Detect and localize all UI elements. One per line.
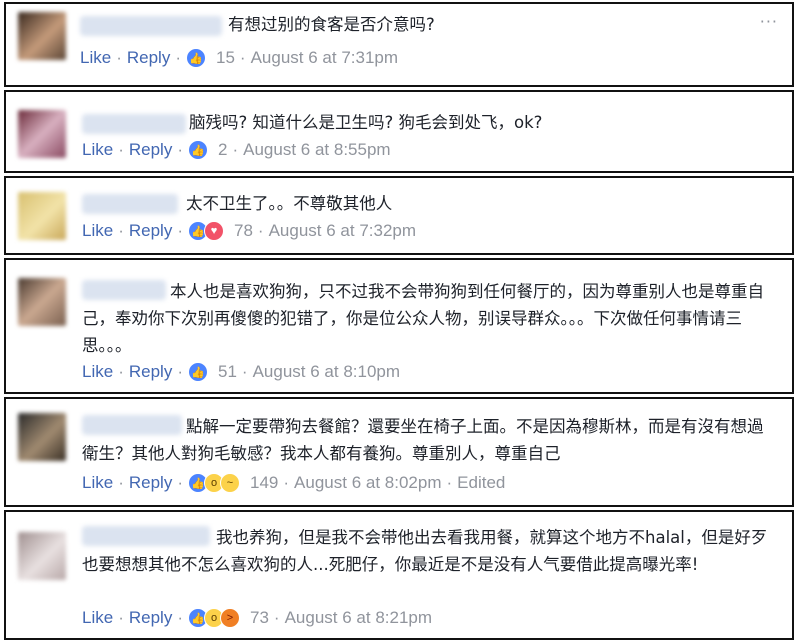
like-link[interactable]: Like	[82, 362, 113, 382]
avatar[interactable]	[18, 278, 66, 326]
like-icon: 👍	[186, 48, 206, 68]
timestamp[interactable]: August 6 at 7:32pm	[269, 221, 416, 241]
reaction-count[interactable]: 78	[234, 221, 253, 241]
avatar[interactable]	[18, 532, 66, 580]
reply-link[interactable]: Reply	[129, 608, 172, 628]
comment-4: 本人也是喜欢狗狗，只不过我不会带狗狗到任何餐厅的，因为尊重别人也是尊重自己，奉劝…	[4, 258, 794, 394]
comment-text: 本人也是喜欢狗狗，只不过我不会带狗狗到任何餐厅的，因为尊重别人也是尊重自己，奉劝…	[82, 282, 764, 355]
avatar[interactable]	[18, 413, 66, 461]
reaction-count[interactable]: 149	[250, 473, 278, 493]
reactions[interactable]: 👍	[186, 48, 206, 68]
reaction-count[interactable]: 2	[218, 140, 227, 160]
like-link[interactable]: Like	[82, 608, 113, 628]
commenter-name[interactable]	[82, 194, 178, 214]
like-link[interactable]: Like	[80, 48, 111, 68]
comment-actions: Like · Reply · 👍 o > 73 · August 6 at 8:…	[82, 608, 433, 628]
comment-text: 太不卫生了。。不尊敬其他人	[186, 194, 393, 213]
commenter-name[interactable]	[82, 114, 186, 134]
comment-actions: Like · Reply · 👍 ♥ 78 · August 6 at 7:32…	[82, 221, 417, 241]
like-link[interactable]: Like	[82, 140, 113, 160]
comment-actions: Like · Reply · 👍 15 · August 6 at 7:31pm	[80, 48, 399, 68]
reactions[interactable]: 👍 ♥	[188, 221, 224, 241]
comment-text: 我也养狗，但是我不会带他出去看我用餐，就算这个地方不halal，但是好歹也要想想…	[82, 528, 768, 574]
angry-icon: >	[220, 608, 240, 628]
reactions[interactable]: 👍 o ~	[188, 473, 240, 493]
like-link[interactable]: Like	[82, 473, 113, 493]
like-link[interactable]: Like	[82, 221, 113, 241]
commenter-name[interactable]	[80, 16, 222, 36]
comment-5: 點解一定要帶狗去餐館？還要坐在椅子上面。不是因為穆斯林，而是有沒有想過衛生？其他…	[4, 397, 794, 507]
timestamp[interactable]: August 6 at 8:10pm	[253, 362, 400, 382]
reaction-count[interactable]: 51	[218, 362, 237, 382]
love-icon: ♥	[204, 221, 224, 241]
comment-2: 脑残吗? 知道什么是卫生吗? 狗毛会到处飞，ok? Like · Reply ·…	[4, 90, 794, 173]
timestamp[interactable]: August 6 at 7:31pm	[251, 48, 398, 68]
more-options-icon[interactable]: ···	[760, 12, 778, 31]
comment-text: 點解一定要帶狗去餐館？還要坐在椅子上面。不是因為穆斯林，而是有沒有想過衛生？其他…	[82, 417, 764, 463]
reaction-count[interactable]: 15	[216, 48, 235, 68]
reply-link[interactable]: Reply	[129, 221, 172, 241]
comment-6: 我也养狗，但是我不会带他出去看我用餐，就算这个地方不halal，但是好歹也要想想…	[4, 510, 794, 640]
sad-icon: ~	[220, 473, 240, 493]
comment-text: 有想过别的食客是否介意吗?	[228, 15, 435, 34]
avatar[interactable]	[18, 110, 66, 158]
reply-link[interactable]: Reply	[129, 473, 172, 493]
comment-3: 太不卫生了。。不尊敬其他人 Like · Reply · 👍 ♥ 78 · Au…	[4, 176, 794, 255]
edited-label[interactable]: Edited	[457, 473, 505, 493]
like-icon: 👍	[188, 140, 208, 160]
comment-actions: Like · Reply · 👍 51 · August 6 at 8:10pm	[82, 362, 401, 382]
reply-link[interactable]: Reply	[127, 48, 170, 68]
comment-text: 脑残吗? 知道什么是卫生吗? 狗毛会到处飞，ok?	[189, 113, 543, 132]
timestamp[interactable]: August 6 at 8:55pm	[243, 140, 390, 160]
reactions[interactable]: 👍	[188, 140, 208, 160]
comment-actions: Like · Reply · 👍 2 · August 6 at 8:55pm	[82, 140, 391, 160]
timestamp[interactable]: August 6 at 8:02pm	[294, 473, 441, 493]
reaction-count[interactable]: 73	[250, 608, 269, 628]
comment-1: 有想过别的食客是否介意吗? ··· Like · Reply · 👍 15 · …	[4, 2, 794, 87]
reply-link[interactable]: Reply	[129, 140, 172, 160]
avatar[interactable]	[18, 12, 66, 60]
like-icon: 👍	[188, 362, 208, 382]
comment-actions: Like · Reply · 👍 o ~ 149 · August 6 at 8…	[82, 473, 506, 493]
reactions[interactable]: 👍	[188, 362, 208, 382]
reply-link[interactable]: Reply	[129, 362, 172, 382]
reactions[interactable]: 👍 o >	[188, 608, 240, 628]
timestamp[interactable]: August 6 at 8:21pm	[285, 608, 432, 628]
avatar[interactable]	[18, 192, 66, 240]
